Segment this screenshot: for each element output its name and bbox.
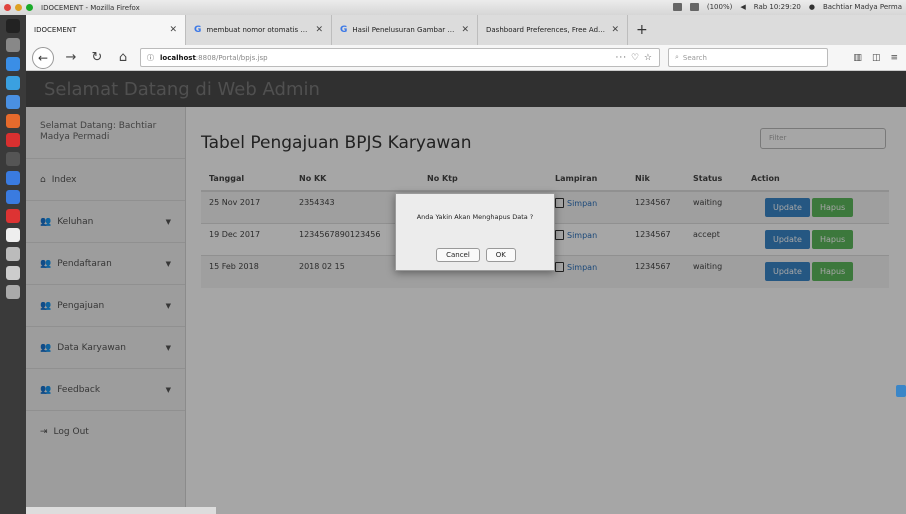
tab-hasil-penelusuran[interactable]: G Hasil Penelusuran Gambar Googl ✕ (332, 15, 478, 45)
menu-icon[interactable]: ≡ (890, 53, 898, 63)
battery-percentage: (100%) (706, 3, 733, 11)
preview-icon[interactable] (6, 266, 20, 280)
tab-label: IDOCEMENT (34, 26, 77, 34)
ok-button[interactable]: OK (485, 248, 516, 262)
home-button[interactable]: ⌂ (114, 50, 132, 65)
search-input[interactable]: ⌕ Search (668, 48, 828, 67)
chrome-icon[interactable] (6, 95, 20, 109)
tab-idocement[interactable]: IDOCEMENT ✕ (26, 15, 186, 45)
tab-membuat-nomor[interactable]: G membuat nomor otomatis di html ✕ (186, 15, 332, 45)
close-tab-icon[interactable]: ✕ (461, 25, 469, 35)
app-store-icon[interactable] (6, 57, 20, 71)
downloads-icon[interactable] (6, 285, 20, 299)
firefox-icon[interactable] (6, 114, 20, 128)
document-icon[interactable] (6, 228, 20, 242)
safari-icon[interactable] (6, 76, 20, 90)
library-icon[interactable]: ▥ (853, 53, 862, 63)
search-placeholder: Search (682, 53, 707, 62)
dialog-message: Anda Yakin Akan Menghapus Data ? (416, 213, 534, 221)
minimize-window-button[interactable] (15, 4, 22, 11)
apple-icon[interactable]: ● (809, 3, 815, 11)
window-controls (0, 4, 33, 11)
finder-icon[interactable] (6, 19, 20, 33)
close-tab-icon[interactable]: ✕ (169, 25, 177, 35)
back-button[interactable]: ← (32, 46, 54, 69)
dialog-buttons: Cancel OK (396, 248, 556, 262)
settings-icon[interactable] (6, 38, 20, 52)
cancel-button[interactable]: Cancel (436, 248, 480, 262)
volume-icon[interactable]: ◀ (740, 3, 745, 11)
tab-label: Dashboard Preferences, Free Admin (486, 26, 607, 34)
user-name[interactable]: Bachtiar Madya Perma (823, 3, 902, 11)
opera-icon[interactable] (6, 133, 20, 147)
wifi-icon[interactable] (672, 3, 682, 11)
mail-icon[interactable] (6, 171, 20, 185)
window-title: IDOCEMENT - Mozilla Firefox (41, 3, 140, 12)
google-icon: G (194, 25, 202, 35)
tab-label: membuat nomor otomatis di html (206, 26, 310, 34)
toolbar-right: ▥ ◫ ≡ (853, 53, 906, 63)
messages-icon[interactable] (6, 190, 20, 204)
battery-icon[interactable] (689, 3, 699, 11)
scroll-handle[interactable] (896, 385, 906, 397)
modal-backdrop (26, 71, 906, 514)
music-icon[interactable] (6, 209, 20, 223)
close-window-button[interactable] (4, 4, 11, 11)
page-actions-icon[interactable]: ··· ♡ ☆ (616, 53, 659, 63)
tab-dashboard-preferences[interactable]: Dashboard Preferences, Free Admin ✕ (478, 15, 628, 45)
close-tab-icon[interactable]: ✕ (315, 25, 323, 35)
sidebar-toggle-icon[interactable]: ◫ (872, 53, 881, 63)
url-bar[interactable]: ⓘ localhost:8808/Portal/bpjs.jsp ··· ♡ ☆ (140, 48, 660, 67)
forward-button[interactable]: → (62, 50, 80, 65)
browser-nav-bar: ← → ↻ ⌂ ⓘ localhost:8808/Portal/bpjs.jsp… (26, 45, 906, 71)
desktop: { "os": { "window_title": "IDOCEMENT - M… (0, 0, 906, 514)
google-icon: G (340, 25, 348, 35)
confirm-dialog: Anda Yakin Akan Menghapus Data ? Cancel … (395, 193, 555, 271)
web-page: Selamat Datang di Web Admin Selamat Data… (26, 71, 906, 514)
close-tab-icon[interactable]: ✕ (611, 25, 619, 35)
url-host: localhost (160, 53, 196, 62)
notes-icon[interactable] (6, 247, 20, 261)
clock[interactable]: Rab 10:29:20 (754, 3, 801, 11)
status-bar (26, 507, 216, 514)
url-path: :8808/Portal/bpjs.jsp (195, 53, 268, 62)
terminal-icon[interactable] (6, 152, 20, 166)
app-dock (0, 15, 26, 514)
info-icon[interactable]: ⓘ (147, 53, 154, 63)
browser-tab-bar: IDOCEMENT ✕ G membuat nomor otomatis di … (26, 15, 906, 45)
reload-button[interactable]: ↻ (88, 50, 106, 65)
os-status-area: (100%) ◀ Rab 10:29:20 ● Bachtiar Madya P… (672, 3, 902, 11)
new-tab-button[interactable]: + (628, 15, 656, 45)
maximize-window-button[interactable] (26, 4, 33, 11)
os-menubar: IDOCEMENT - Mozilla Firefox (100%) ◀ Rab… (0, 0, 906, 15)
tab-label: Hasil Penelusuran Gambar Googl (352, 26, 457, 34)
search-icon: ⌕ (675, 53, 679, 61)
